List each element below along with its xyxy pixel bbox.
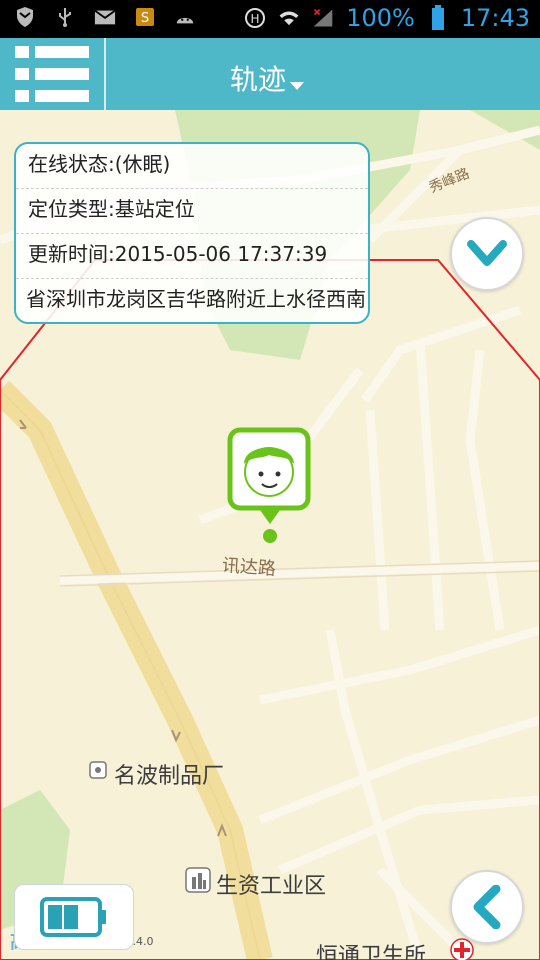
battery-icon xyxy=(427,5,449,30)
page-title: 轨迹 xyxy=(230,63,287,96)
mail-icon xyxy=(94,6,116,28)
list-menu-icon xyxy=(15,46,89,102)
poi-label-hengtong[interactable]: 恒通卫生所 xyxy=(316,938,426,960)
online-status-row: 在线状态:(休眠) xyxy=(16,144,368,189)
wifi-icon xyxy=(278,7,300,29)
back-button[interactable] xyxy=(450,870,524,944)
address-text: 省深圳市龙岗区吉华路附近上水径西南 xyxy=(26,287,366,311)
status-bar: S H 100% 17:43 xyxy=(0,0,540,38)
device-battery-button[interactable] xyxy=(14,884,134,950)
road-label-xunda: 讯达路 xyxy=(221,555,277,580)
header-divider xyxy=(104,38,106,110)
online-status-value: (休眠) xyxy=(114,152,171,176)
signal-icon xyxy=(312,7,334,29)
location-type-value: 基站定位 xyxy=(114,197,195,221)
chevron-down-icon xyxy=(467,240,507,266)
shield-icon xyxy=(14,6,36,28)
location-type-label: 定位类型: xyxy=(28,197,115,221)
building-icon xyxy=(185,867,211,893)
expand-button[interactable] xyxy=(450,217,524,291)
title-dropdown[interactable]: 轨迹 xyxy=(230,58,305,98)
data-icon: H xyxy=(244,7,266,29)
poi-label-mingbo[interactable]: 名波制品厂 xyxy=(114,758,224,790)
online-status-label: 在线状态: xyxy=(28,152,115,176)
update-time-row: 更新时间:2015-05-06 17:37:39 xyxy=(16,234,368,279)
update-time-label: 更新时间: xyxy=(28,242,115,266)
android-icon xyxy=(174,6,196,28)
usb-icon xyxy=(54,6,76,28)
clock: 17:43 xyxy=(460,4,530,32)
chevron-down-icon xyxy=(290,82,305,90)
app-header: 轨迹 xyxy=(0,38,540,110)
clinic-icon xyxy=(450,938,474,960)
menu-button[interactable] xyxy=(0,38,104,110)
location-type-row: 定位类型:基站定位 xyxy=(16,189,368,234)
device-info-panel: 在线状态:(休眠) 定位类型:基站定位 更新时间:2015-05-06 17:3… xyxy=(14,142,370,324)
update-time-value: 2015-05-06 17:37:39 xyxy=(114,242,328,266)
battery-half-icon xyxy=(40,897,106,937)
svg-text:H: H xyxy=(251,12,260,26)
chevron-left-icon xyxy=(473,885,501,929)
svg-text:S: S xyxy=(141,11,149,26)
poi-label-shengzi[interactable]: 生资工业区 xyxy=(216,868,326,900)
app-icon: S xyxy=(134,6,156,28)
battery-percent: 100% xyxy=(346,4,415,32)
poi-pin-icon xyxy=(89,761,107,779)
address-row: 省深圳市龙岗区吉华路附近上水径西南 xyxy=(16,279,368,322)
